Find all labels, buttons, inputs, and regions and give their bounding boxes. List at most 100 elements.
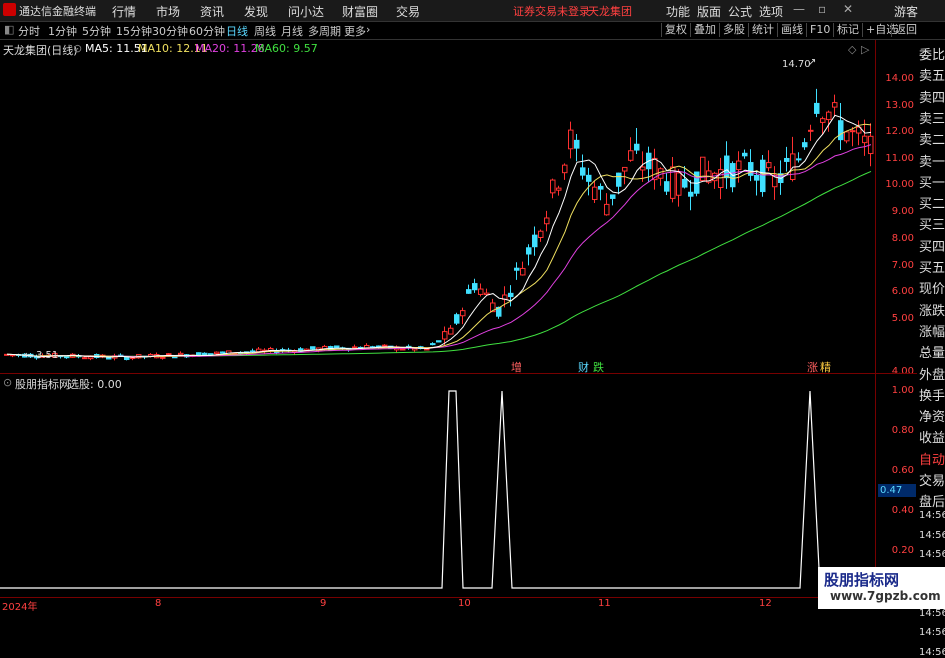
- candles-group: [4, 88, 874, 361]
- side-label[interactable]: 14:56: [919, 530, 945, 541]
- side-label[interactable]: 总量: [919, 342, 945, 361]
- side-label[interactable]: 卖三: [919, 108, 945, 127]
- candle-body: [760, 159, 766, 193]
- tab-weekly[interactable]: 周线: [254, 23, 276, 39]
- side-label[interactable]: 涨跌: [919, 300, 945, 319]
- multi-stock-button[interactable]: 多股: [719, 23, 748, 37]
- tab-more[interactable]: 更多: [344, 23, 366, 39]
- selection-signal-line: [0, 390, 875, 589]
- candle-body: [124, 356, 130, 361]
- tab-multi-period[interactable]: 多周期: [308, 23, 341, 39]
- tab-daily[interactable]: 日线: [226, 23, 248, 39]
- side-label[interactable]: 自动: [919, 449, 945, 468]
- side-label[interactable]: 盘后: [919, 491, 945, 510]
- candle-body: [478, 288, 484, 295]
- restore-icon[interactable]: ▫: [818, 2, 826, 16]
- login-alert[interactable]: 证券交易未登录: [513, 3, 590, 19]
- collapse-icon[interactable]: ◧: [4, 23, 14, 36]
- menu-item-functions[interactable]: 功能: [666, 3, 690, 20]
- side-label[interactable]: 14:56: [919, 510, 945, 521]
- candle-body: [592, 186, 598, 200]
- candle-body: [604, 203, 610, 216]
- draw-line-button[interactable]: 画线: [777, 23, 806, 37]
- candle-body: [220, 351, 226, 354]
- side-label[interactable]: 外盘: [919, 364, 945, 383]
- indicator-tick: 0.60: [891, 465, 914, 476]
- menu-item-news[interactable]: 资讯: [200, 3, 224, 20]
- price-tick: 10.00: [885, 179, 914, 190]
- app-logo-icon: [3, 3, 16, 16]
- menu-item-quotes[interactable]: 行情: [112, 3, 136, 20]
- candle-body: [754, 175, 760, 181]
- side-label[interactable]: 14:56: [919, 647, 945, 658]
- menu-item-community[interactable]: 财富圈: [342, 3, 378, 20]
- side-label[interactable]: 委比: [919, 44, 945, 63]
- indicator-panel[interactable]: ⊙ 股朋指标网 选股: 0.00: [0, 374, 875, 598]
- statistics-button[interactable]: 统计: [748, 23, 777, 37]
- tab-30min[interactable]: 30分钟: [152, 23, 188, 39]
- candle-body: [430, 343, 436, 346]
- side-label[interactable]: 买三: [919, 214, 945, 233]
- mark-button[interactable]: 标记: [833, 23, 862, 37]
- side-label[interactable]: 卖四: [919, 87, 945, 106]
- side-label[interactable]: 买四: [919, 236, 945, 255]
- side-label[interactable]: 买二: [919, 193, 945, 212]
- tab-60min[interactable]: 60分钟: [189, 23, 225, 39]
- menu-item-layout[interactable]: 版面: [697, 3, 721, 20]
- minimize-icon[interactable]: —: [793, 2, 805, 16]
- side-label[interactable]: 买一: [919, 172, 945, 191]
- side-label[interactable]: 14:56: [919, 549, 945, 560]
- candle-body: [814, 102, 820, 114]
- side-label[interactable]: 现价: [919, 278, 945, 297]
- overlay-button[interactable]: 叠加: [690, 23, 719, 37]
- menu-item-assistant[interactable]: 问小达: [288, 3, 324, 20]
- side-label[interactable]: 14:56: [919, 608, 945, 619]
- guest-label[interactable]: 游客: [894, 3, 918, 20]
- menu-item-market[interactable]: 市场: [156, 3, 180, 20]
- side-label[interactable]: 涨幅: [919, 321, 945, 340]
- current-stock-name: 天龙集团: [588, 5, 632, 18]
- close-icon[interactable]: ✕: [843, 2, 853, 16]
- menu-item-options[interactable]: 选项: [759, 3, 783, 20]
- menu-item-formula[interactable]: 公式: [728, 3, 752, 20]
- adjust-button[interactable]: 复权: [661, 23, 690, 37]
- candle-body: [514, 267, 520, 271]
- side-label[interactable]: 净资: [919, 406, 945, 425]
- tab-5min[interactable]: 5分钟: [82, 23, 111, 39]
- price-tick: 7.00: [891, 260, 914, 271]
- side-label[interactable]: 卖五: [919, 65, 945, 84]
- candle-body: [838, 120, 844, 141]
- side-label[interactable]: 换手: [919, 385, 945, 404]
- candle-body: [850, 130, 856, 133]
- side-label[interactable]: 交易: [919, 470, 945, 489]
- candle-body: [802, 142, 808, 148]
- candle-body: [748, 162, 754, 176]
- watermark-title: 股朋指标网: [824, 571, 900, 589]
- candle-body: [820, 118, 826, 123]
- candle-body: [544, 217, 550, 225]
- tab-15min[interactable]: 15分钟: [116, 23, 152, 39]
- tab-monthly[interactable]: 月线: [281, 23, 303, 39]
- menu-item-trade[interactable]: 交易: [396, 3, 420, 20]
- low-arrow-icon: ←: [24, 350, 33, 361]
- side-label[interactable]: 14:56: [919, 627, 945, 638]
- indicator-current-value: 0.47: [878, 484, 916, 497]
- watermark: 股朋指标网 www.7gpzb.com: [818, 567, 945, 609]
- side-label[interactable]: 买五: [919, 257, 945, 276]
- more-chevron-icon[interactable]: ›: [366, 23, 370, 36]
- candle-body: [622, 166, 628, 172]
- side-label[interactable]: 卖一: [919, 151, 945, 170]
- f10-button[interactable]: F10: [806, 23, 833, 37]
- back-button[interactable]: 返回: [891, 23, 920, 37]
- candle-body: [484, 292, 490, 296]
- side-label[interactable]: 卖二: [919, 129, 945, 148]
- date-tick: 8: [155, 598, 162, 609]
- menu-item-discover[interactable]: 发现: [244, 3, 268, 20]
- tab-timeshare[interactable]: 分时: [18, 23, 40, 39]
- candle-body: [574, 139, 580, 149]
- side-label[interactable]: 收益: [919, 427, 945, 446]
- candle-body: [550, 179, 556, 194]
- tab-1min[interactable]: 1分钟: [48, 23, 77, 39]
- kline-chart-panel[interactable]: 天龙集团(日线) ⊙ MA5: 11.51 MA10: 12.11 MA20: …: [0, 40, 875, 374]
- candle-body: [454, 314, 460, 324]
